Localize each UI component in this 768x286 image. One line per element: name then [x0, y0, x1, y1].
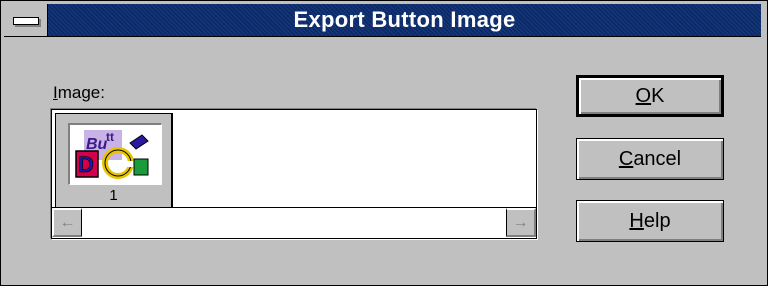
button-image-thumbnail-icon: Bu tt D — [68, 123, 162, 185]
svg-text:D: D — [78, 152, 94, 177]
image-item-number: 1 — [109, 187, 118, 204]
image-label: Image: — [53, 83, 105, 103]
image-list-item[interactable]: Bu tt D 1 — [55, 113, 173, 209]
cancel-button-hotkey: C — [618, 148, 634, 170]
arrow-right-icon: → — [512, 214, 529, 231]
ok-button-hotkey: O — [635, 85, 652, 107]
horizontal-scrollbar[interactable]: ← → — [52, 207, 536, 238]
title-bar: Export Button Image — [4, 4, 761, 37]
export-button-image-dialog: Export Button Image Image: Bu tt D 1 ← →… — [0, 0, 768, 286]
cancel-button[interactable]: Cancel — [576, 138, 724, 180]
help-button[interactable]: Help — [576, 200, 724, 242]
scroll-right-button[interactable]: → — [506, 208, 536, 237]
system-menu-button[interactable] — [4, 4, 48, 36]
cancel-button-label: ancel — [633, 148, 682, 170]
image-list[interactable]: Bu tt D 1 ← → — [51, 109, 537, 239]
ok-button[interactable]: OK — [576, 75, 724, 117]
svg-text:tt: tt — [106, 130, 114, 144]
help-button-label: elp — [643, 210, 671, 232]
image-label-text: mage: — [57, 83, 105, 102]
ok-button-label: K — [651, 85, 665, 107]
window-title: Export Button Image — [293, 7, 516, 32]
scroll-left-button[interactable]: ← — [52, 208, 82, 237]
system-menu-icon — [13, 17, 39, 25]
help-button-hotkey: H — [629, 210, 644, 232]
arrow-left-icon: ← — [59, 214, 76, 231]
